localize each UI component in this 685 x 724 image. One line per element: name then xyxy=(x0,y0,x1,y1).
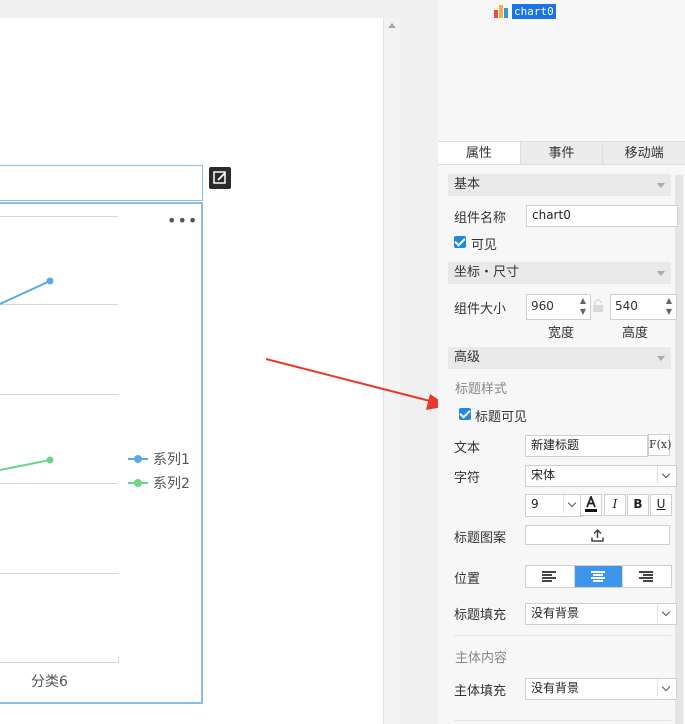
underline-button[interactable]: U xyxy=(650,494,672,516)
section-advanced[interactable]: 高级 xyxy=(448,347,671,369)
title-fill-value: 没有背景 xyxy=(531,606,580,620)
tab-events[interactable]: 事件 xyxy=(519,142,603,164)
align-left-button[interactable] xyxy=(526,566,574,587)
more-options-icon[interactable]: ••• xyxy=(167,213,198,229)
series1-line xyxy=(0,280,51,305)
scroll-up-icon[interactable] xyxy=(388,23,396,28)
text-label: 文本 xyxy=(454,441,481,456)
position-label: 位置 xyxy=(454,572,481,587)
title-visible-label: 标题可见 xyxy=(475,410,528,425)
font-size-value: 9 xyxy=(531,497,539,511)
font-value: 宋体 xyxy=(531,468,556,482)
legend-item-series1[interactable]: 系列1 xyxy=(128,449,190,469)
chevron-down-icon[interactable] xyxy=(657,466,676,484)
tree-item-label: chart0 xyxy=(512,3,556,19)
font-color-button[interactable] xyxy=(580,494,602,516)
chevron-down-icon[interactable]: ▼ xyxy=(664,307,674,317)
chart-icon xyxy=(494,5,508,18)
lock-icon[interactable] xyxy=(592,299,604,313)
chevron-up-icon[interactable]: ▲ xyxy=(578,296,588,306)
title-style-heading: 标题样式 xyxy=(455,382,508,397)
legend-swatch xyxy=(128,454,148,464)
chevron-down-icon[interactable]: ▼ xyxy=(578,307,588,317)
divider xyxy=(454,635,671,636)
body-fill-select[interactable]: 没有背景 xyxy=(525,678,677,700)
divider xyxy=(454,720,671,721)
width-value: 960 xyxy=(531,299,554,313)
chevron-down-icon[interactable] xyxy=(657,679,676,697)
component-name-input[interactable]: chart0 xyxy=(526,205,678,227)
tab-properties[interactable]: 属性 xyxy=(438,142,520,164)
canvas-top-bar xyxy=(0,0,400,18)
series2-line xyxy=(0,459,51,471)
visible-label: 可见 xyxy=(471,238,498,253)
chart-component[interactable]: 系列1 系列2 分类6 xyxy=(0,202,203,704)
legend-swatch xyxy=(128,478,148,488)
font-label: 字符 xyxy=(454,471,481,486)
chart-title-area[interactable] xyxy=(0,165,203,201)
panel-scrollbar[interactable] xyxy=(675,175,683,724)
font-select[interactable]: 宋体 xyxy=(525,465,677,487)
upload-icon xyxy=(591,528,604,542)
width-caption: 宽度 xyxy=(548,326,575,341)
bold-button[interactable]: B xyxy=(627,494,649,516)
component-name-label: 组件名称 xyxy=(454,211,507,226)
body-content-heading: 主体内容 xyxy=(455,651,508,666)
body-fill-value: 没有背景 xyxy=(531,681,580,695)
section-position-label: 坐标・尺寸 xyxy=(454,265,520,280)
italic-button[interactable]: I xyxy=(604,494,626,516)
font-color-icon xyxy=(585,494,597,512)
title-fill-select[interactable]: 没有背景 xyxy=(525,603,677,625)
collapse-icon[interactable] xyxy=(657,183,665,188)
section-basic[interactable]: 基本 xyxy=(448,174,671,196)
legend-item-series2[interactable]: 系列2 xyxy=(128,473,190,493)
align-center-button[interactable] xyxy=(573,566,623,587)
tree-item-chart0[interactable]: chart0 xyxy=(493,2,556,20)
section-position[interactable]: 坐标・尺寸 xyxy=(448,262,671,284)
height-value: 540 xyxy=(615,299,638,313)
edit-icon[interactable] xyxy=(209,167,231,189)
collapse-icon[interactable] xyxy=(657,356,665,361)
title-pattern-upload[interactable] xyxy=(525,525,670,545)
title-text-input[interactable]: 新建标题 xyxy=(525,435,648,457)
chevron-up-icon[interactable]: ▲ xyxy=(664,296,674,306)
width-input[interactable]: 960 ▲ ▼ xyxy=(526,294,591,320)
size-label: 组件大小 xyxy=(454,302,507,317)
height-input[interactable]: 540 ▲ ▼ xyxy=(610,294,677,320)
title-visible-checkbox[interactable] xyxy=(459,408,471,420)
body-fill-label: 主体填充 xyxy=(454,684,507,699)
title-fill-label: 标题填充 xyxy=(454,608,507,623)
visible-checkbox[interactable] xyxy=(454,236,466,248)
align-right-button[interactable] xyxy=(622,566,671,587)
component-tree xyxy=(438,0,685,140)
legend-label: 系列2 xyxy=(153,476,190,492)
font-size-select[interactable]: 9 xyxy=(525,494,583,517)
panel-tabs: 属性 事件 移动端 xyxy=(438,141,685,165)
section-basic-label: 基本 xyxy=(454,177,481,192)
collapse-icon[interactable] xyxy=(657,271,665,276)
annotation-arrow xyxy=(265,358,448,410)
series1-point[interactable] xyxy=(46,277,54,285)
tab-mobile[interactable]: 移动端 xyxy=(602,142,685,164)
title-align-group xyxy=(525,565,672,588)
title-pattern-label: 标题图案 xyxy=(454,531,507,546)
chevron-down-icon[interactable] xyxy=(657,604,676,622)
formula-button[interactable]: F(x) xyxy=(648,434,671,456)
x-tick-label: 分类6 xyxy=(31,674,68,690)
section-advanced-label: 高级 xyxy=(454,350,481,365)
series2-point[interactable] xyxy=(46,456,54,464)
height-caption: 高度 xyxy=(622,326,649,341)
legend-label: 系列1 xyxy=(153,452,190,468)
